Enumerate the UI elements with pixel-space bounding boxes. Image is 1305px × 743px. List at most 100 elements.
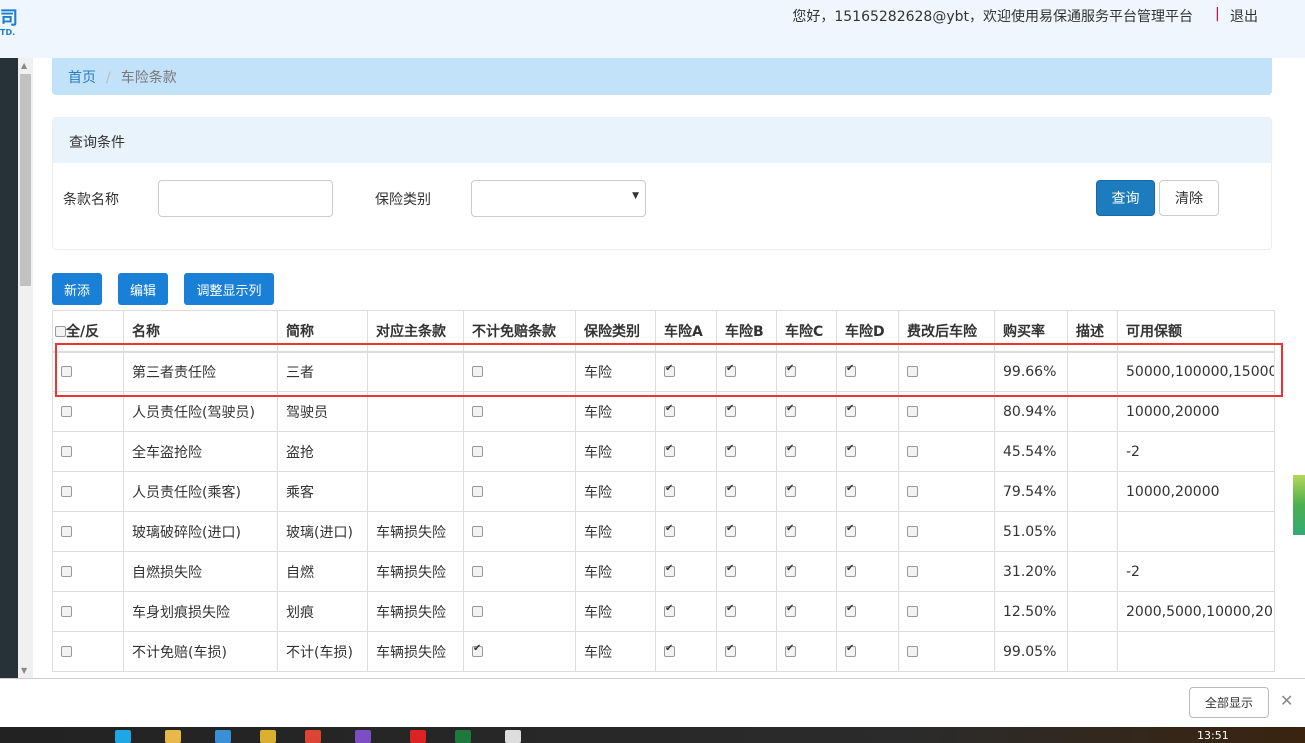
cell-b bbox=[716, 431, 777, 472]
folder-icon[interactable] bbox=[165, 730, 181, 743]
row-checkbox[interactable] bbox=[61, 366, 72, 378]
cell-a bbox=[655, 551, 717, 592]
nodeduct-checkbox[interactable] bbox=[472, 606, 483, 617]
cell-amounts: -2 bbox=[1117, 431, 1275, 472]
d-checkbox[interactable] bbox=[845, 603, 856, 617]
d-checkbox[interactable] bbox=[845, 443, 856, 457]
nodeduct-checkbox[interactable] bbox=[472, 643, 483, 657]
excel-icon[interactable] bbox=[455, 730, 471, 743]
nodeduct-checkbox[interactable] bbox=[472, 486, 483, 497]
a-checkbox[interactable] bbox=[664, 443, 675, 457]
c-checkbox[interactable] bbox=[785, 363, 796, 378]
chrome-icon[interactable] bbox=[305, 730, 321, 743]
reform-checkbox[interactable] bbox=[907, 486, 918, 497]
d-checkbox[interactable] bbox=[845, 563, 856, 577]
a-checkbox[interactable] bbox=[664, 363, 675, 378]
c-checkbox[interactable] bbox=[785, 483, 796, 497]
a-checkbox[interactable] bbox=[664, 483, 675, 497]
clause-name-input[interactable] bbox=[158, 180, 333, 217]
row-checkbox[interactable] bbox=[61, 646, 72, 657]
a-checkbox[interactable] bbox=[664, 403, 675, 417]
scroll-down-icon[interactable]: ▼ bbox=[21, 666, 27, 675]
cell-main: 车辆损失险 bbox=[367, 591, 464, 632]
add-button[interactable]: 新添 bbox=[52, 273, 102, 305]
b-checkbox[interactable] bbox=[725, 563, 736, 577]
d-checkbox[interactable] bbox=[845, 403, 856, 417]
reform-checkbox[interactable] bbox=[907, 406, 918, 417]
reform-checkbox[interactable] bbox=[907, 446, 918, 457]
cell-type: 车险 bbox=[575, 431, 656, 472]
column-header-label: 可用保额 bbox=[1126, 323, 1182, 340]
table-row[interactable]: 人员责任险(驾驶员)驾驶员 车险 80.94% 10000,20000 bbox=[52, 391, 1275, 432]
reform-checkbox[interactable] bbox=[907, 646, 918, 657]
b-checkbox[interactable] bbox=[725, 483, 736, 497]
table-row[interactable]: 人员责任险(乘客)乘客 车险 79.54% 10000,20000 bbox=[52, 471, 1275, 512]
table-row[interactable]: 玻璃破碎险(进口)玻璃(进口)车辆损失险 车险 51.05% bbox=[52, 511, 1275, 552]
vertical-scrollbar[interactable]: ▲ ▼ bbox=[18, 58, 33, 678]
cell-b bbox=[716, 551, 777, 592]
column-header-label: 车险D bbox=[845, 323, 885, 340]
d-checkbox[interactable] bbox=[845, 483, 856, 497]
nodeduct-checkbox[interactable] bbox=[472, 566, 483, 577]
b-checkbox[interactable] bbox=[725, 443, 736, 457]
notepad-icon[interactable] bbox=[505, 730, 521, 743]
table-row[interactable]: 全车盗抢险盗抢 车险 45.54% -2 bbox=[52, 431, 1275, 472]
table-row[interactable]: 不计免赔(车损)不计(车损)车辆损失险 车险 99.05% bbox=[52, 631, 1275, 672]
row-checkbox[interactable] bbox=[61, 606, 72, 617]
ie-icon[interactable] bbox=[215, 730, 231, 743]
b-checkbox[interactable] bbox=[725, 363, 736, 378]
b-checkbox[interactable] bbox=[725, 403, 736, 417]
b-checkbox[interactable] bbox=[725, 523, 736, 537]
b-checkbox[interactable] bbox=[725, 603, 736, 617]
a-checkbox[interactable] bbox=[664, 523, 675, 537]
visual-studio-icon[interactable] bbox=[355, 730, 371, 743]
insurance-type-select[interactable]: ▼ bbox=[471, 180, 646, 217]
reform-checkbox[interactable] bbox=[907, 526, 918, 537]
b-checkbox[interactable] bbox=[725, 643, 736, 657]
adjust-columns-button[interactable]: 调整显示列 bbox=[184, 273, 274, 305]
taskbar-app-icon[interactable] bbox=[115, 730, 131, 743]
nodeduct-checkbox[interactable] bbox=[472, 446, 483, 457]
reform-checkbox[interactable] bbox=[907, 366, 918, 378]
c-checkbox[interactable] bbox=[785, 403, 796, 417]
d-checkbox[interactable] bbox=[845, 523, 856, 537]
column-header-label: 车险B bbox=[725, 323, 764, 340]
edit-button[interactable]: 编辑 bbox=[118, 273, 168, 305]
nodeduct-checkbox[interactable] bbox=[472, 406, 483, 417]
a-checkbox[interactable] bbox=[664, 603, 675, 617]
row-checkbox[interactable] bbox=[61, 446, 72, 457]
table-row[interactable]: 第三者责任险三者 车险 99.66% 50000,100000,150000 bbox=[52, 351, 1275, 392]
logout-link[interactable]: 退出 bbox=[1230, 6, 1258, 26]
scroll-up-icon[interactable]: ▲ bbox=[21, 61, 27, 70]
search-button[interactable]: 查询 bbox=[1096, 180, 1155, 216]
close-icon[interactable]: ✕ bbox=[1280, 691, 1293, 710]
clear-button[interactable]: 清除 bbox=[1159, 180, 1219, 216]
row-checkbox[interactable] bbox=[61, 526, 72, 537]
c-checkbox[interactable] bbox=[785, 443, 796, 457]
select-all-checkbox[interactable] bbox=[55, 326, 66, 338]
d-checkbox[interactable] bbox=[845, 643, 856, 657]
taskbar-app-icon[interactable] bbox=[410, 730, 426, 743]
table-row[interactable]: 车身划痕损失险划痕车辆损失险 车险 12.50% 2000,5000,10000,20… bbox=[52, 591, 1275, 632]
row-checkbox[interactable] bbox=[61, 486, 72, 497]
breadcrumb-home[interactable]: 首页 bbox=[68, 70, 96, 86]
row-checkbox[interactable] bbox=[61, 566, 72, 577]
show-all-button[interactable]: 全部显示 bbox=[1189, 687, 1269, 718]
taskbar-app-icon[interactable] bbox=[260, 730, 276, 743]
column-header-label: 全/反 bbox=[66, 323, 100, 340]
cell-abbr: 不计(车损) bbox=[277, 631, 368, 672]
a-checkbox[interactable] bbox=[664, 643, 675, 657]
a-checkbox[interactable] bbox=[664, 563, 675, 577]
c-checkbox[interactable] bbox=[785, 563, 796, 577]
nodeduct-checkbox[interactable] bbox=[472, 366, 483, 378]
row-checkbox[interactable] bbox=[61, 406, 72, 417]
scrollbar-thumb[interactable] bbox=[20, 74, 31, 286]
table-row[interactable]: 自燃损失险自燃车辆损失险 车险 31.20% -2 bbox=[52, 551, 1275, 592]
reform-checkbox[interactable] bbox=[907, 606, 918, 617]
c-checkbox[interactable] bbox=[785, 523, 796, 537]
nodeduct-checkbox[interactable] bbox=[472, 526, 483, 537]
c-checkbox[interactable] bbox=[785, 643, 796, 657]
c-checkbox[interactable] bbox=[785, 603, 796, 617]
d-checkbox[interactable] bbox=[845, 363, 856, 378]
reform-checkbox[interactable] bbox=[907, 566, 918, 577]
